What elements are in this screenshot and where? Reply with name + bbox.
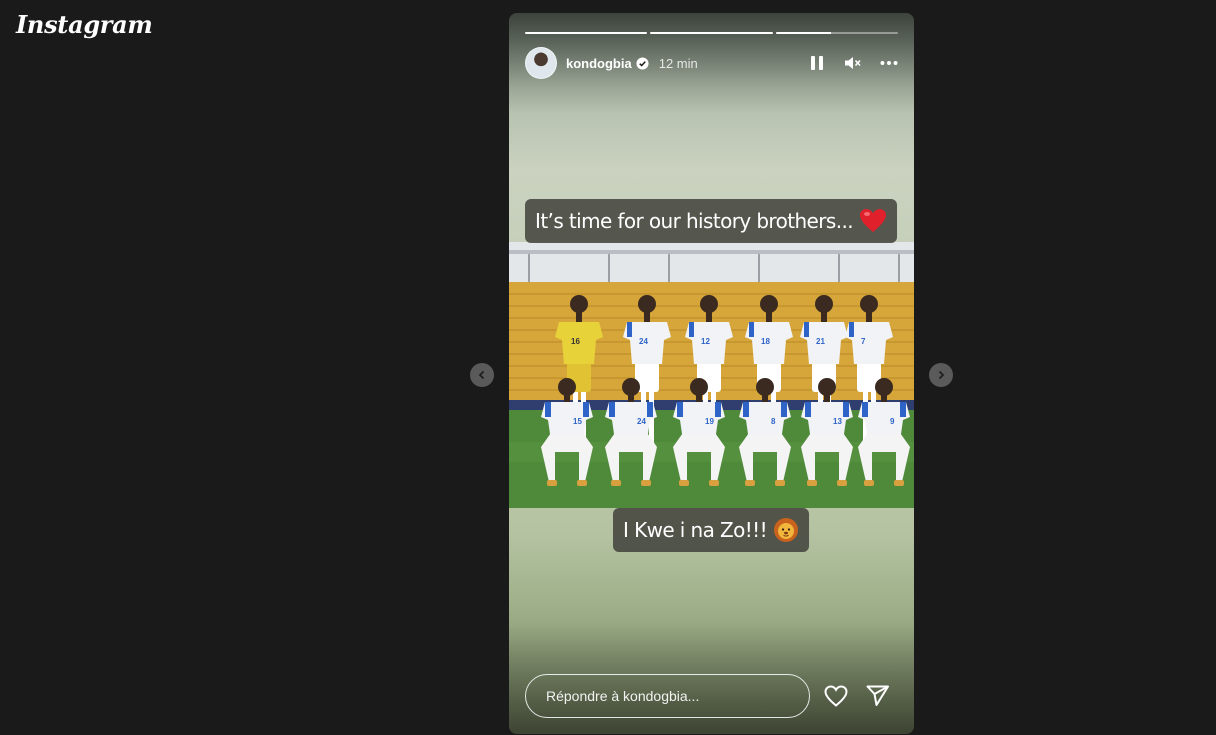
chevron-left-icon — [478, 370, 485, 380]
jersey-number: 19 — [705, 417, 714, 426]
story-header: kondogbia 12 min — [525, 47, 898, 79]
pause-button[interactable] — [808, 54, 826, 72]
like-button[interactable] — [824, 684, 848, 708]
jersey-number: 9 — [890, 417, 895, 426]
story-caption-1: It’s time for our history brothers... — [525, 199, 897, 243]
jersey-number: 24 — [637, 417, 646, 426]
lion-emoji — [773, 517, 799, 543]
pause-icon — [811, 56, 823, 70]
post-time: 12 min — [658, 55, 698, 71]
heart-icon — [824, 685, 848, 707]
progress-segment-3 — [775, 32, 898, 34]
mute-button[interactable] — [844, 54, 862, 72]
caption-text-1: It’s time for our history brothers... — [535, 209, 854, 233]
send-icon — [866, 685, 889, 706]
story-progress — [525, 32, 898, 34]
reply-input[interactable] — [525, 674, 810, 718]
heart-emoji — [859, 208, 887, 234]
instagram-logo[interactable]: Instagram — [16, 10, 153, 39]
next-story-button[interactable] — [929, 363, 953, 387]
reply-actions — [824, 684, 890, 708]
jersey-number: 12 — [701, 337, 710, 346]
previous-story-button[interactable] — [470, 363, 494, 387]
chevron-right-icon — [938, 370, 945, 380]
progress-segment-2 — [650, 32, 773, 34]
send-button[interactable] — [866, 684, 890, 708]
story-caption-2: I Kwe i na Zo!!! — [613, 508, 809, 552]
jersey-number: 7 — [861, 337, 866, 346]
jersey-number: 13 — [833, 417, 842, 426]
team-photo: 16 24 12 18 21 7 15 24 19 8 13 9 — [509, 242, 914, 508]
jersey-number: 8 — [771, 417, 776, 426]
progress-segment-1 — [525, 32, 648, 34]
more-options-button[interactable] — [880, 54, 898, 72]
more-icon — [880, 61, 898, 65]
jersey-number: 18 — [761, 337, 770, 346]
jersey-number: 24 — [639, 337, 648, 346]
jersey-number: 21 — [816, 337, 825, 346]
muted-speaker-icon — [845, 57, 861, 69]
story-viewer[interactable]: 16 24 12 18 21 7 15 24 19 8 13 9 It’s time for our … — [509, 13, 914, 734]
jersey-number: 16 — [571, 337, 580, 346]
jersey-number: 15 — [573, 417, 582, 426]
story-controls — [808, 54, 898, 72]
verified-badge-icon — [636, 56, 649, 70]
username-link[interactable]: kondogbia — [566, 56, 632, 71]
reply-bar — [525, 674, 898, 718]
caption-text-2: I Kwe i na Zo!!! — [623, 518, 768, 542]
avatar[interactable] — [525, 47, 557, 79]
